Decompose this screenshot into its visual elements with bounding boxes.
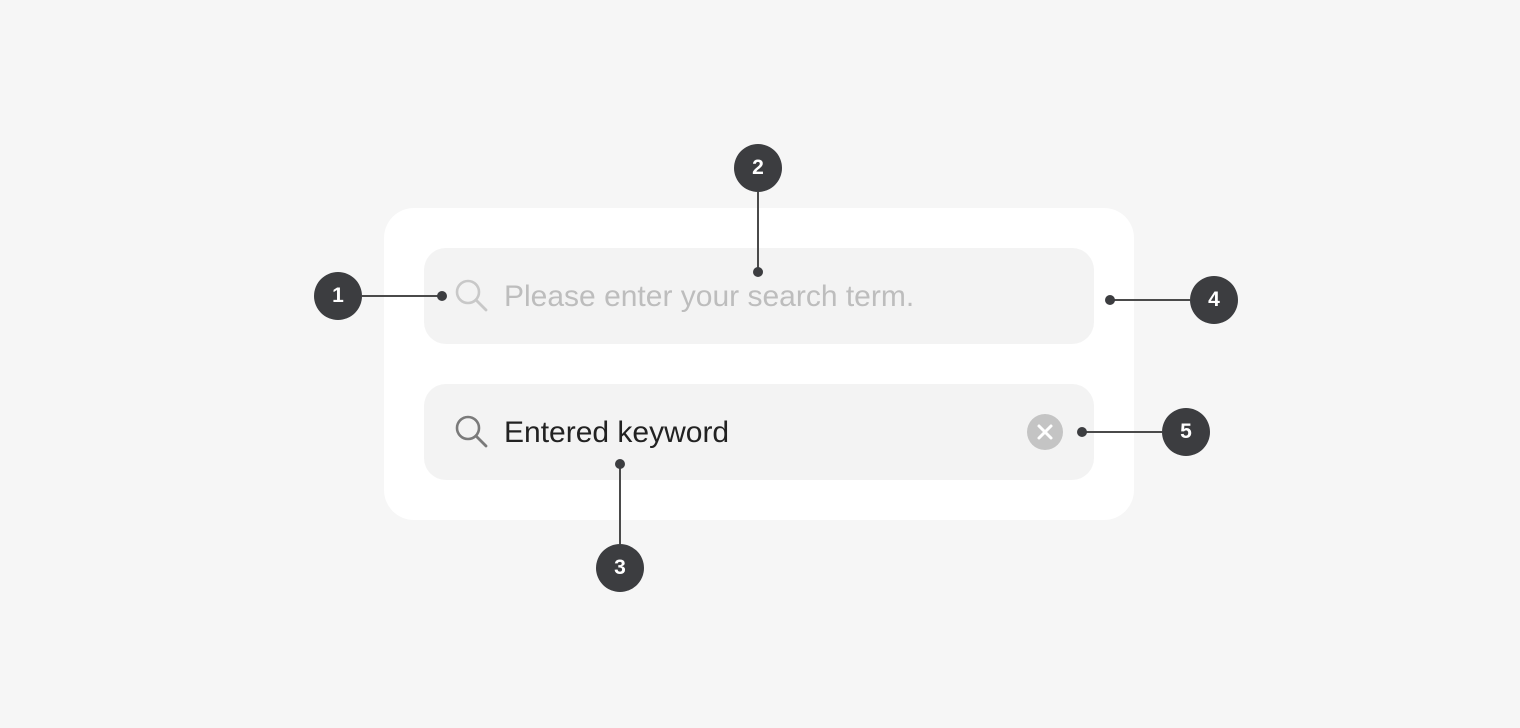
search-icon bbox=[454, 414, 490, 450]
search-input-empty[interactable]: Please enter your search term. bbox=[424, 248, 1094, 344]
search-icon bbox=[454, 278, 490, 314]
callout-1-line bbox=[362, 295, 442, 297]
callout-2-line bbox=[757, 192, 759, 272]
callout-marker-4: 4 bbox=[1190, 276, 1238, 324]
callout-marker-1: 1 bbox=[314, 272, 362, 320]
callout-marker-2: 2 bbox=[734, 144, 782, 192]
callout-4-line bbox=[1110, 299, 1190, 301]
callout-marker-5: 5 bbox=[1162, 408, 1210, 456]
search-input-filled[interactable]: Entered keyword bbox=[424, 384, 1094, 480]
callout-4-anchor bbox=[1105, 295, 1115, 305]
search-placeholder: Please enter your search term. bbox=[504, 280, 915, 313]
callout-marker-3: 3 bbox=[596, 544, 644, 592]
callout-3-anchor bbox=[615, 459, 625, 469]
callout-3-line bbox=[619, 464, 621, 544]
callout-5-line bbox=[1082, 431, 1162, 433]
callout-5-anchor bbox=[1077, 427, 1087, 437]
callout-2-anchor bbox=[753, 267, 763, 277]
clear-icon bbox=[1037, 424, 1053, 440]
callout-1-anchor bbox=[437, 291, 447, 301]
clear-button[interactable] bbox=[1027, 414, 1063, 450]
